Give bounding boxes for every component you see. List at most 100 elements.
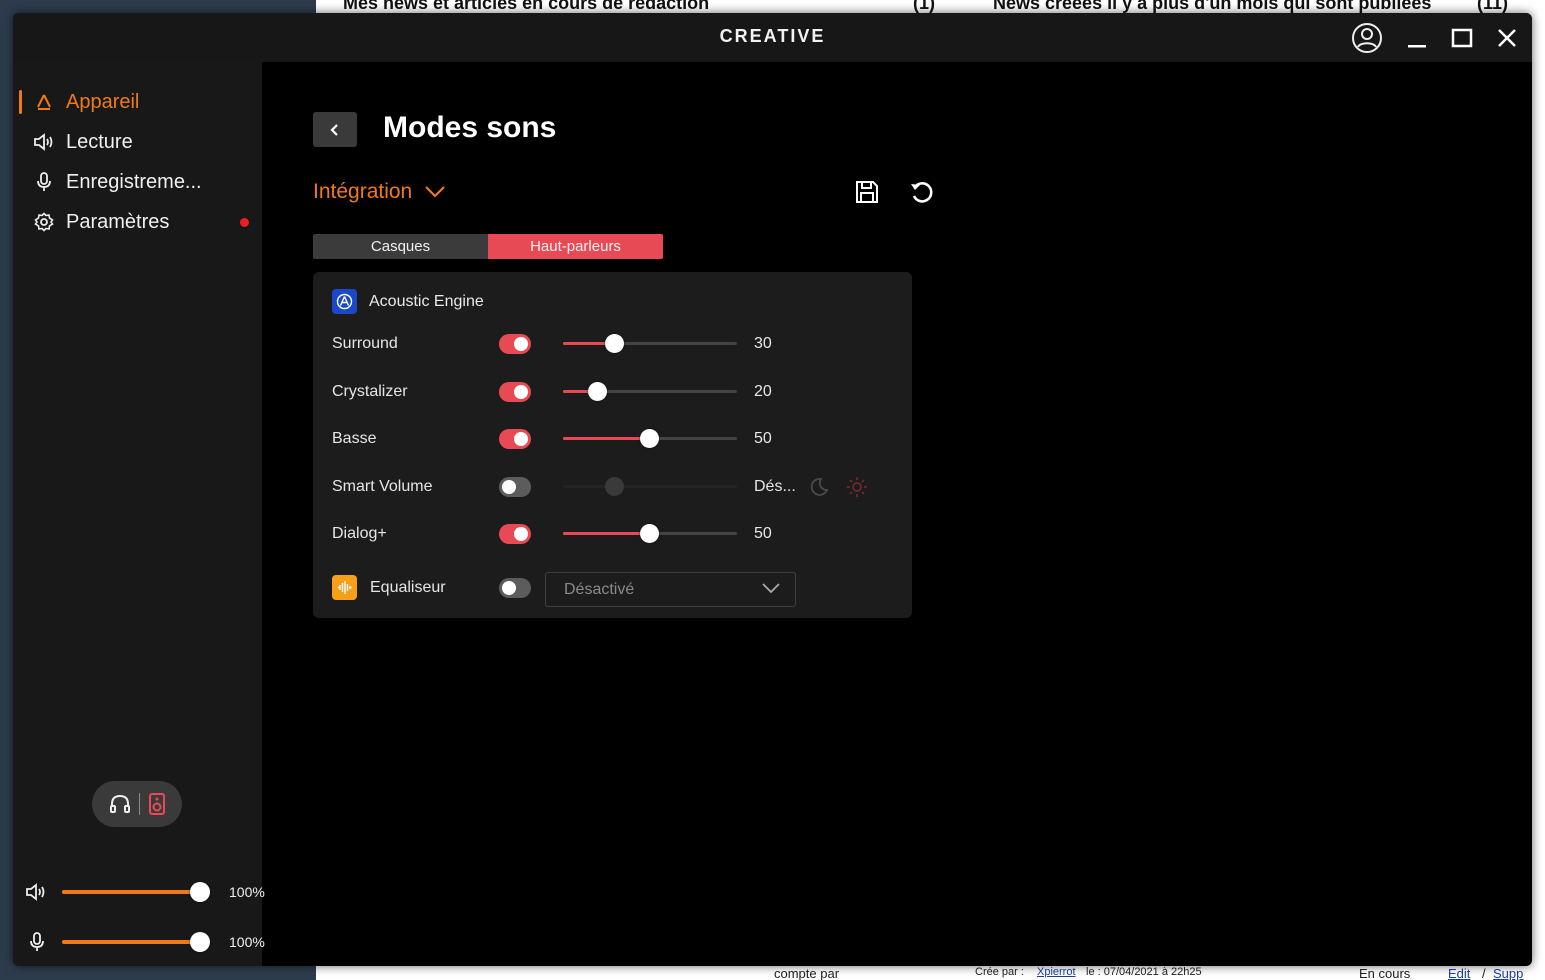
bass-slider-fill [563,437,650,440]
reset-button[interactable] [905,175,939,209]
chevron-left-icon [330,123,338,136]
acoustic-engine-panel: Acoustic Engine Surround 30 Crystalizer … [313,272,912,618]
save-button[interactable] [850,175,884,209]
toggle-knob [514,337,528,351]
acoustic-engine-icon [332,289,357,314]
gear-icon [33,211,55,233]
bass-slider-knob[interactable] [640,429,659,448]
crystalizer-row: Crystalizer 20 [313,377,912,407]
acoustic-engine-header: Acoustic Engine [332,289,484,314]
bg-heading-drafts: Mes news et articles en cours de rédacti… [343,0,710,13]
maximize-button[interactable] [1445,21,1479,55]
volume-icon [25,880,49,904]
bg-slash: / [1482,966,1486,980]
toggle-knob [514,432,528,446]
bass-slider[interactable] [563,429,737,448]
volume-slider[interactable] [62,882,210,902]
close-button[interactable] [1490,21,1524,55]
smart-volume-toggle[interactable] [499,477,531,497]
surround-slider[interactable] [563,334,737,353]
surround-toggle[interactable] [499,334,531,354]
account-icon [1352,23,1382,53]
surround-row: Surround 30 [313,329,912,359]
toggle-knob [502,581,516,595]
sidebar-item-label: Appareil [66,90,140,113]
notification-dot [240,217,249,227]
mic-level-slider-fill [62,940,200,944]
mic-level-value: 100% [229,934,265,950]
switch-divider [138,793,140,815]
bass-toggle[interactable] [499,429,531,449]
equalizer-preset-dropdown[interactable]: Désactivé [545,572,796,607]
night-mode-icon [807,475,831,499]
back-button[interactable] [313,112,357,147]
bg-author-link[interactable]: Xpierrot [1037,966,1076,978]
surround-label: Surround [332,335,398,352]
mic-level-control: 100% [25,927,265,957]
dialog-plus-toggle[interactable] [499,524,531,544]
sidebar-item-settings[interactable]: Paramètres [13,204,262,240]
close-icon [1498,29,1516,47]
tab-headphones[interactable]: Casques [313,234,488,259]
headphones-icon[interactable] [109,793,131,815]
bass-value: 50 [754,430,772,447]
sidebar: Appareil Lecture Enregistreme... Paramèt… [13,62,265,966]
toggle-knob [514,385,528,399]
bg-status: En cours [1359,966,1411,980]
day-mode-icon [845,475,869,499]
save-icon [856,181,878,203]
bg-heading-published: News créées il y a plus d'un mois qui so… [993,0,1432,13]
crystalizer-value: 20 [754,383,772,400]
smart-volume-value: Dés... [754,478,796,495]
toggle-knob [514,527,528,541]
title-bar[interactable]: CREATIVE [13,13,1532,62]
volume-slider-fill [62,890,200,894]
dialog-plus-row: Dialog+ 50 [313,519,912,549]
bg-edit-link[interactable]: Edit [1448,966,1470,980]
mic-level-slider[interactable] [62,932,210,952]
output-switch[interactable] [92,781,182,827]
device-icon [33,91,55,113]
bg-delete-link[interactable]: Supp [1493,966,1523,980]
output-tabs: Casques Haut-parleurs [313,234,663,259]
bg-cell-account: compte par [774,966,840,980]
maximize-icon [1451,28,1473,48]
surround-value: 30 [754,335,772,352]
volume-control: 100% [25,877,265,907]
sidebar-item-recording[interactable]: Enregistreme... [13,164,262,200]
bg-created-by: Crée par : [975,966,1024,978]
dialog-plus-slider[interactable] [563,524,737,543]
crystalizer-slider-knob[interactable] [587,382,607,401]
volume-slider-knob[interactable] [190,882,210,902]
mic-level-slider-knob[interactable] [190,932,210,952]
sidebar-item-label: Paramètres [66,210,170,233]
crystalizer-label: Crystalizer [332,383,408,400]
bass-label: Basse [332,430,377,447]
account-button[interactable] [1350,21,1384,55]
minimize-button[interactable] [1400,21,1434,55]
minimize-icon [1408,45,1426,48]
chevron-down-icon [425,186,446,198]
reset-icon [911,182,933,203]
dialog-plus-label: Dialog+ [332,525,387,542]
speaker-box-icon[interactable] [148,793,166,815]
microphone-icon [25,930,49,954]
page-title: Modes sons [383,111,557,144]
sidebar-item-device[interactable]: Appareil [13,84,262,120]
smart-volume-label: Smart Volume [332,478,433,495]
smart-volume-slider [563,477,737,496]
surround-slider-knob[interactable] [605,334,625,353]
background-page-footer: compte par Crée par : Xpierrot le : 07/0… [316,966,1545,980]
crystalizer-slider[interactable] [563,382,737,401]
chevron-down-icon [762,583,780,594]
bg-heading-published-count: (11) [1477,0,1509,13]
sidebar-item-label: Enregistreme... [66,170,202,193]
equalizer-row: Equaliseur Désactivé [313,572,912,607]
equalizer-preset-value: Désactivé [564,581,635,598]
dialog-plus-slider-knob[interactable] [640,524,659,543]
preset-dropdown[interactable]: Intégration [313,177,446,207]
tab-speakers[interactable]: Haut-parleurs [488,234,663,259]
sidebar-item-playback[interactable]: Lecture [13,124,262,160]
equalizer-toggle[interactable] [499,578,531,598]
crystalizer-toggle[interactable] [499,382,531,402]
